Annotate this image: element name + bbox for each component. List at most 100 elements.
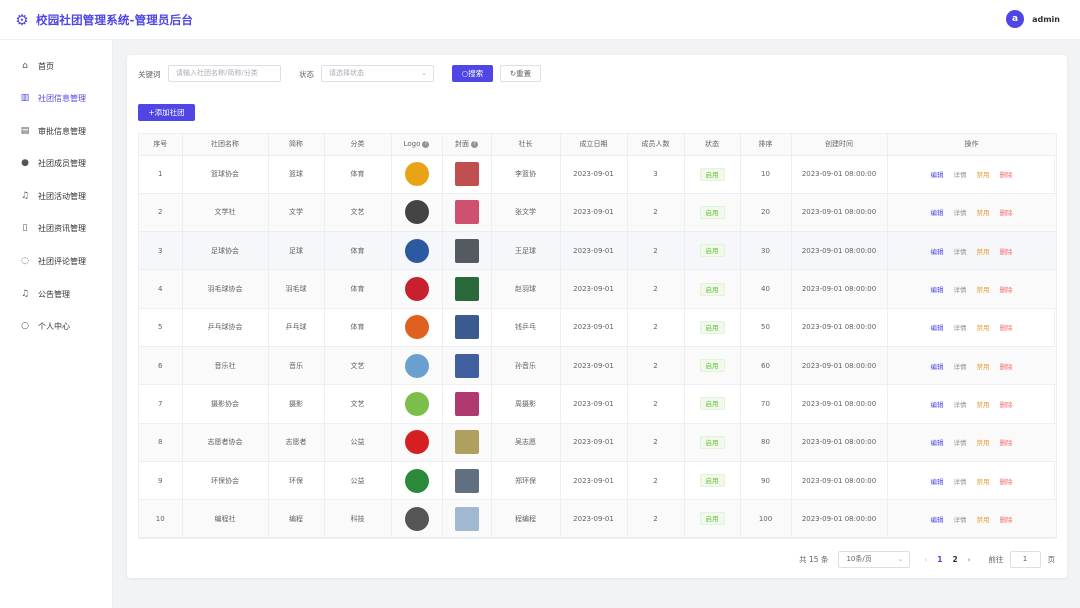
detail-button[interactable]: 详情 <box>954 209 967 217</box>
club-logo-image[interactable] <box>404 353 429 378</box>
edit-button[interactable]: 编辑 <box>931 209 944 217</box>
col-header-cover[interactable]: 封面? <box>442 134 492 156</box>
disable-button[interactable]: 禁用 <box>977 363 990 371</box>
keyword-input[interactable]: 请输入社团名称/简称/分类 <box>168 65 281 82</box>
edit-button[interactable]: 编辑 <box>931 401 944 409</box>
edit-button[interactable]: 编辑 <box>931 286 944 294</box>
club-cover-image[interactable] <box>454 277 479 302</box>
club-logo-image[interactable] <box>404 277 429 302</box>
sidebar-item-members[interactable]: ● 社团成员管理 <box>0 151 113 175</box>
edit-button[interactable]: 编辑 <box>931 248 944 256</box>
edit-button[interactable]: 编辑 <box>931 439 944 447</box>
edit-button[interactable]: 编辑 <box>931 324 944 332</box>
username[interactable]: admin <box>1032 15 1060 24</box>
disable-button[interactable]: 禁用 <box>977 248 990 256</box>
table-row[interactable]: 8 志愿者协会 志愿者 公益 吴志愿 2023-09-01 2 启用 80 2023-09-01 … <box>139 423 1057 462</box>
col-header-logo[interactable]: Logo? <box>391 134 443 156</box>
club-cover-image[interactable] <box>454 200 479 225</box>
delete-button[interactable]: 删除 <box>1000 248 1013 256</box>
disable-button[interactable]: 禁用 <box>977 286 990 294</box>
delete-button[interactable]: 删除 <box>1000 209 1013 217</box>
delete-button[interactable]: 删除 <box>1000 324 1013 332</box>
detail-button[interactable]: 详情 <box>954 171 967 179</box>
col-header[interactable]: 状态 <box>684 134 741 156</box>
col-header[interactable]: 序号 <box>139 134 183 156</box>
detail-button[interactable]: 详情 <box>954 248 967 256</box>
disable-button[interactable]: 禁用 <box>977 478 990 486</box>
club-cover-image[interactable] <box>454 391 479 416</box>
prev-page-button[interactable]: ‹ <box>924 556 927 564</box>
delete-button[interactable]: 删除 <box>1000 363 1013 371</box>
delete-button[interactable]: 删除 <box>1000 478 1013 486</box>
club-cover-image[interactable] <box>454 468 479 493</box>
status-select[interactable]: 请选择状态 ⌄ <box>321 65 434 82</box>
delete-button[interactable]: 删除 <box>1000 439 1013 447</box>
table-row[interactable]: 6 音乐社 音乐 文艺 孙音乐 2023-09-01 2 启用 60 2023-09-01 08:… <box>139 346 1057 386</box>
club-cover-image[interactable] <box>454 506 479 531</box>
sidebar-item-profile[interactable]: ○ 个人中心 <box>0 314 113 338</box>
col-header[interactable]: 社长 <box>491 134 561 156</box>
club-logo-image[interactable] <box>404 200 429 225</box>
user-menu[interactable]: a admin <box>1006 10 1060 28</box>
club-logo-image[interactable] <box>404 162 429 187</box>
club-cover-image[interactable] <box>454 238 479 263</box>
disable-button[interactable]: 禁用 <box>977 209 990 217</box>
edit-button[interactable]: 编辑 <box>931 171 944 179</box>
club-cover-image[interactable] <box>454 430 479 455</box>
reset-button[interactable]: ↻ 重置 <box>500 65 541 82</box>
help-icon[interactable]: ? <box>422 140 430 148</box>
detail-button[interactable]: 详情 <box>954 363 967 371</box>
sidebar-item-approval[interactable]: ▤ 审批信息管理 <box>0 119 113 143</box>
avatar[interactable]: a <box>1006 10 1025 28</box>
delete-button[interactable]: 删除 <box>1000 516 1013 524</box>
page-2[interactable]: 2 <box>952 555 957 564</box>
disable-button[interactable]: 禁用 <box>977 516 990 524</box>
table-row[interactable]: 1 篮球协会 篮球 体育 李篮协 2023-09-01 3 启用 10 2023-09-01 08… <box>139 155 1057 194</box>
club-logo-image[interactable] <box>404 468 429 493</box>
col-header[interactable]: 分类 <box>324 134 392 156</box>
club-logo-image[interactable] <box>404 506 429 531</box>
page-1[interactable]: 1 <box>937 555 942 564</box>
club-logo-image[interactable] <box>404 430 429 455</box>
edit-button[interactable]: 编辑 <box>931 516 944 524</box>
disable-button[interactable]: 禁用 <box>977 171 990 179</box>
club-cover-image[interactable] <box>454 315 479 340</box>
edit-button[interactable]: 编辑 <box>931 478 944 486</box>
sidebar-item-notices[interactable]: ♫ 公告管理 <box>0 282 113 306</box>
col-header[interactable]: 成员人数 <box>627 134 685 156</box>
add-club-button[interactable]: + 添加社团 <box>138 104 195 121</box>
table-row[interactable]: 7 摄影协会 摄影 文艺 周摄影 2023-09-01 2 启用 70 2023-09-01 08… <box>139 384 1057 424</box>
detail-button[interactable]: 详情 <box>954 401 967 409</box>
sidebar-item-club-info[interactable]: ▥ 社团信息管理 <box>0 86 113 110</box>
club-cover-image[interactable] <box>454 162 479 187</box>
table-row[interactable]: 2 文学社 文学 文艺 张文学 2023-09-01 2 启用 20 2023-09-01 08:… <box>139 193 1057 233</box>
goto-input[interactable]: 1 <box>1009 551 1041 568</box>
edit-button[interactable]: 编辑 <box>931 363 944 371</box>
club-logo-image[interactable] <box>404 315 429 340</box>
delete-button[interactable]: 删除 <box>1000 401 1013 409</box>
club-cover-image[interactable] <box>454 353 479 378</box>
col-header[interactable]: 创建时间 <box>791 134 888 156</box>
detail-button[interactable]: 详情 <box>954 439 967 447</box>
table-row[interactable]: 5 乒乓球协会 乒乓球 体育 钱乒乓 2023-09-01 2 启用 50 2023-09-01 … <box>139 308 1057 347</box>
col-header[interactable]: 排序 <box>740 134 792 156</box>
col-header[interactable]: 成立日期 <box>560 134 628 156</box>
sidebar-item-news[interactable]: ▯ 社团资讯管理 <box>0 216 113 240</box>
detail-button[interactable]: 详情 <box>954 516 967 524</box>
table-row[interactable]: 9 环保协会 环保 公益 郑环保 2023-09-01 2 启用 90 2023-09-01 08… <box>139 461 1057 501</box>
col-header[interactable]: 社团名称 <box>182 134 269 156</box>
delete-button[interactable]: 删除 <box>1000 171 1013 179</box>
col-header[interactable]: 操作 <box>887 134 1057 156</box>
sidebar-item-comments[interactable]: ◌ 社团评论管理 <box>0 249 113 273</box>
table-row[interactable]: 3 足球协会 足球 体育 王足球 2023-09-01 2 启用 30 2023-09-01 08… <box>139 231 1057 271</box>
next-page-button[interactable]: › <box>968 556 971 564</box>
disable-button[interactable]: 禁用 <box>977 439 990 447</box>
disable-button[interactable]: 禁用 <box>977 324 990 332</box>
detail-button[interactable]: 详情 <box>954 286 967 294</box>
delete-button[interactable]: 删除 <box>1000 286 1013 294</box>
help-icon[interactable]: ? <box>471 140 478 148</box>
table-row[interactable]: 4 羽毛球协会 羽毛球 体育 赵羽球 2023-09-01 2 启用 40 2023-09-01 … <box>139 269 1057 309</box>
disable-button[interactable]: 禁用 <box>977 401 990 409</box>
sidebar-item-home[interactable]: ⌂ 首页 <box>0 54 113 78</box>
table-row[interactable]: 10 编程社 编程 科技 程编程 2023-09-01 2 启用 100 2023-09-01 0… <box>139 499 1057 539</box>
